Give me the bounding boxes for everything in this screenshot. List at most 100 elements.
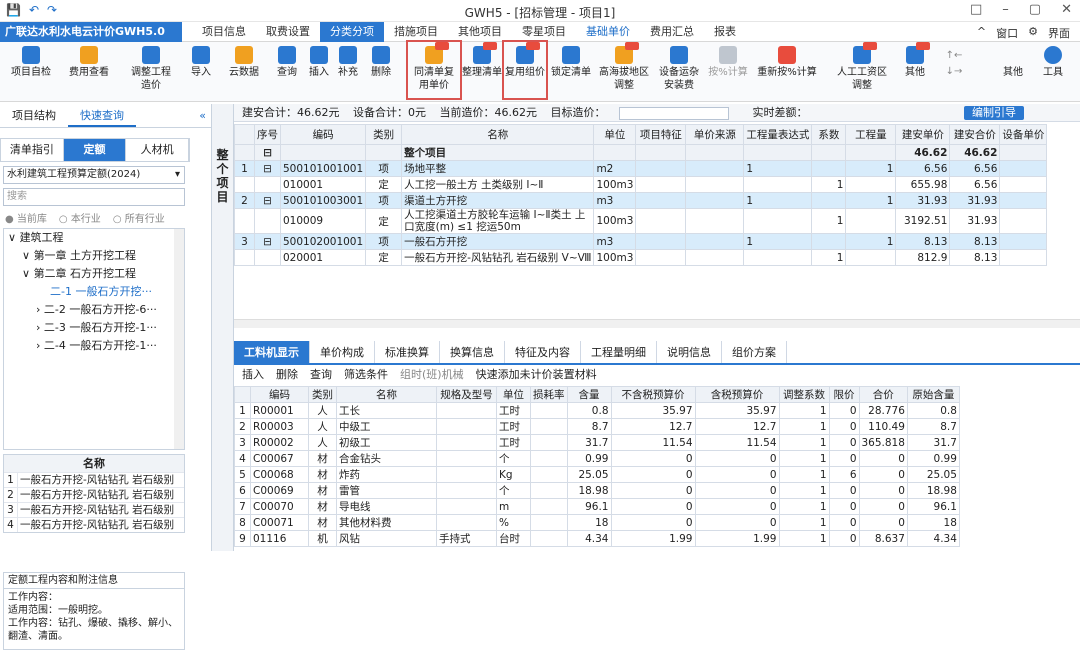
sum-cell[interactable]: 0 <box>858 450 908 467</box>
tab-quick-query[interactable]: 快速查询 <box>68 104 136 127</box>
column-header[interactable]: 类别 <box>308 386 337 403</box>
feature-cell[interactable] <box>635 249 687 266</box>
bottom-tab[interactable]: 单价构成 <box>310 341 375 363</box>
material-row[interactable]: 1 R00001 人工长 工时 0.8 35.97 35.97 1 0 28.776 0.8 <box>234 402 960 419</box>
orig-cell[interactable]: 0.8 <box>906 402 960 419</box>
category-cell[interactable]: 人 <box>308 434 337 451</box>
list-item[interactable]: 1 一般石方开挖-风钻钻孔 岩石级别 <box>4 472 184 487</box>
radio-industry[interactable]: ○ 本行业 <box>59 210 101 225</box>
orig-cell[interactable]: 0.99 <box>906 450 960 467</box>
spec-cell[interactable] <box>436 466 497 483</box>
bottom-action[interactable]: 查询 <box>310 367 332 383</box>
qty-expr-cell[interactable]: 1 <box>743 160 813 177</box>
limit-cell[interactable]: 0 <box>828 434 860 451</box>
code-cell[interactable]: C00067 <box>250 450 309 467</box>
bottom-action[interactable]: 组时(班)机械 <box>400 367 464 383</box>
qty-expr-cell[interactable] <box>743 176 813 193</box>
query-button[interactable]: 查询 <box>272 42 302 102</box>
category-cell[interactable]: 材 <box>308 450 337 467</box>
column-header[interactable]: 编码 <box>250 386 309 403</box>
column-header[interactable]: 设备单价 <box>999 124 1048 145</box>
content-cell[interactable]: 8.7 <box>566 418 612 435</box>
taxed-cell[interactable]: 0 <box>694 498 780 515</box>
expand-cell[interactable] <box>254 249 281 266</box>
code-cell[interactable]: C00070 <box>250 498 309 515</box>
code-cell[interactable]: 010009 <box>279 208 367 234</box>
other-button[interactable]: 其他 <box>898 42 932 102</box>
taxed-cell[interactable]: 35.97 <box>694 402 780 419</box>
code-cell[interactable]: 500101003001 <box>279 192 367 209</box>
content-cell[interactable]: 0.99 <box>566 450 612 467</box>
column-header[interactable]: 限价 <box>828 386 860 403</box>
pretax-cell[interactable]: 12.7 <box>610 418 696 435</box>
subtab-materials[interactable]: 人材机 <box>126 139 190 161</box>
name-cell[interactable]: 风钻 <box>336 530 437 547</box>
coef-cell[interactable] <box>811 160 847 177</box>
coef-cell[interactable]: 1 <box>778 450 830 467</box>
list-item[interactable]: 4 一般石方开挖-风钻钻孔 岩石级别 <box>4 517 184 532</box>
coef-cell[interactable]: 1 <box>778 498 830 515</box>
loss-cell[interactable] <box>530 402 568 419</box>
unit-cell[interactable]: 工时 <box>496 434 531 451</box>
code-cell[interactable]: R00003 <box>250 418 309 435</box>
qty-cell[interactable] <box>845 208 897 234</box>
name-cell[interactable]: 炸药 <box>336 466 437 483</box>
pretax-cell[interactable]: 0 <box>610 466 696 483</box>
expand-icon[interactable]: › <box>36 321 44 334</box>
category-cell[interactable]: 材 <box>308 482 337 499</box>
app-name[interactable]: 广联达水利水电云计价GWH5.0 <box>0 22 182 42</box>
coef-cell[interactable]: 1 <box>811 176 847 193</box>
bottom-tab[interactable]: 换算信息 <box>440 341 505 363</box>
code-cell[interactable]: 01116 <box>250 530 309 547</box>
view-cost-button[interactable]: 费用查看 <box>64 42 114 102</box>
feature-cell[interactable] <box>635 233 687 250</box>
taxed-cell[interactable]: 0 <box>694 482 780 499</box>
qty-expr-cell[interactable] <box>743 208 813 234</box>
coef-cell[interactable]: 1 <box>778 418 830 435</box>
material-row[interactable]: 8 C00071 材其他材料费% 18 0 0 1 0 0 18 <box>234 514 960 531</box>
name-cell[interactable]: 一般石方开挖 <box>401 233 595 250</box>
name-cell[interactable]: 中级工 <box>336 418 437 435</box>
insert-button[interactable]: 插入 <box>306 42 332 102</box>
lock-list-button[interactable]: 锁定清单 <box>550 42 592 102</box>
unit-cell[interactable]: 台时 <box>496 530 531 547</box>
total-row[interactable]: ⊟ 整个项目 46.62 46.62 <box>234 144 1048 161</box>
item-row[interactable]: 2 ⊟ 500101003001 项渠道土方开挖 m3 1 1 31.93 31.93 <box>234 192 1048 209</box>
loss-cell[interactable] <box>530 514 568 531</box>
limit-cell[interactable]: 0 <box>828 450 860 467</box>
recalc-percent-button[interactable]: 重新按%计算 <box>754 42 820 102</box>
expand-cell[interactable]: ⊟ <box>254 233 281 250</box>
column-header[interactable]: 损耗率 <box>530 386 568 403</box>
material-row[interactable]: 7 C00070 材导电线 m 96.1 0 0 1 0 0 96.1 <box>234 498 960 515</box>
percent-calc-button[interactable]: 按%计算 <box>706 42 750 102</box>
tree-node[interactable]: 二-1 一般石方开挖··· <box>4 283 184 301</box>
column-header[interactable]: 单位 <box>496 386 531 403</box>
qty-cell[interactable] <box>845 176 897 193</box>
menu-fee-settings[interactable]: 取费设置 <box>256 22 320 42</box>
taxed-cell[interactable]: 1.99 <box>694 530 780 547</box>
adjust-cost-button[interactable]: 调整工程 造价 <box>124 42 178 102</box>
orig-cell[interactable]: 96.1 <box>906 498 960 515</box>
project-check-button[interactable]: 项目自检 <box>8 42 54 102</box>
name-cell[interactable]: 雷管 <box>336 482 437 499</box>
radio-all[interactable]: ○ 所有行业 <box>113 210 165 225</box>
subtab-quota[interactable]: 定额 <box>63 139 127 161</box>
taxed-cell[interactable]: 0 <box>694 514 780 531</box>
taxed-cell[interactable]: 12.7 <box>694 418 780 435</box>
menu-report[interactable]: 报表 <box>704 22 746 42</box>
unit-cell[interactable]: 工时 <box>496 418 531 435</box>
unit-cell[interactable]: % <box>496 514 531 531</box>
orig-cell[interactable]: 25.05 <box>906 466 960 483</box>
target-cost-input[interactable] <box>619 106 729 120</box>
orig-cell[interactable]: 18.98 <box>906 482 960 499</box>
code-cell[interactable]: 010001 <box>279 176 367 193</box>
column-header[interactable]: 系数 <box>811 124 847 145</box>
spec-cell[interactable] <box>436 498 497 515</box>
code-cell[interactable] <box>279 144 367 161</box>
coef-cell[interactable]: 1 <box>811 249 847 266</box>
code-cell[interactable]: C00069 <box>250 482 309 499</box>
equipment-fee-button[interactable]: 设备运杂 安装费 <box>656 42 702 102</box>
menu-interface[interactable]: 界面 <box>1048 25 1070 41</box>
material-row[interactable]: 5 C00068 材炸药 Kg 25.05 0 0 1 6 0 25.05 <box>234 466 960 483</box>
material-row[interactable]: 3 R00002 人初级工 工时 31.7 11.54 11.54 1 0 365.818 31.7 <box>234 434 960 451</box>
